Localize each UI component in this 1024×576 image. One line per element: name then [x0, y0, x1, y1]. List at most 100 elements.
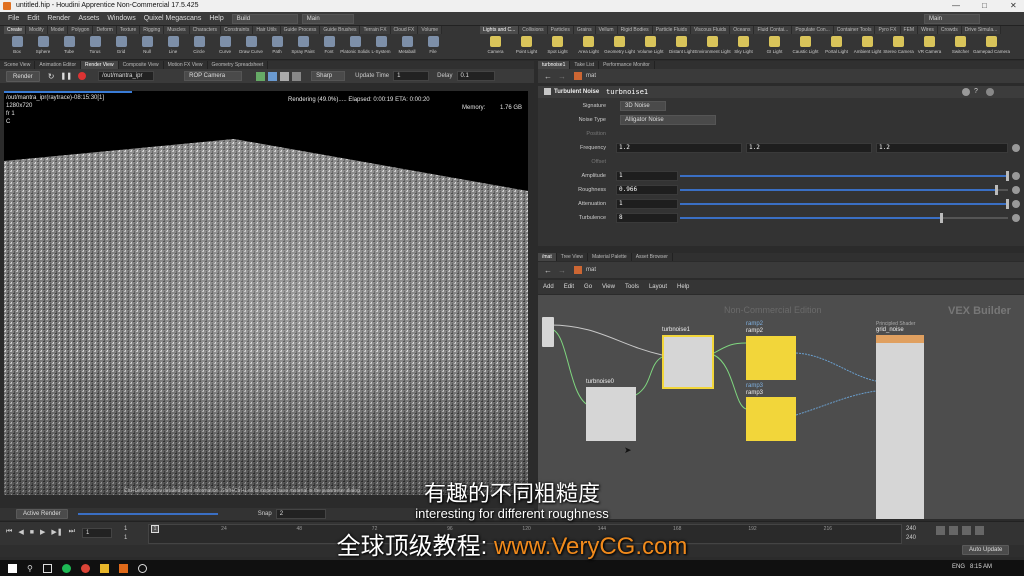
tool-caustic-light[interactable]: Caustic Light — [790, 36, 821, 54]
desktop-right-select[interactable]: Main — [924, 14, 980, 24]
tool-sky-light[interactable]: Sky Light — [728, 36, 759, 54]
tool-tube[interactable]: Tube — [56, 36, 82, 54]
display-channel-icon[interactable] — [256, 71, 266, 81]
shelf-tab-rigid-bodies[interactable]: Rigid Bodies — [617, 26, 653, 34]
tool-distant-light[interactable]: Distant Light — [666, 36, 697, 54]
region-icon[interactable] — [292, 71, 302, 81]
chrome-icon[interactable] — [80, 563, 90, 573]
param-tab-take-list[interactable]: Take List — [570, 61, 600, 69]
shelf-tab-characters[interactable]: Characters — [189, 26, 222, 34]
turbulence-slider-knob[interactable] — [940, 213, 944, 223]
left-tab-motion-fx-view[interactable]: Motion FX View — [164, 61, 208, 69]
menu-render[interactable]: Render — [43, 12, 74, 26]
frequency-z-field[interactable]: 1.2 — [876, 143, 1008, 153]
tool-curve[interactable]: Curve — [212, 36, 238, 54]
maximize-icon[interactable]: □ — [982, 0, 987, 12]
shelf-tab-guide-brushes[interactable]: Guide Brushes — [320, 26, 361, 34]
turbnoise0-node[interactable] — [586, 387, 636, 441]
roughness-slider[interactable] — [680, 185, 1008, 195]
update-time-field[interactable]: 1 — [393, 71, 430, 81]
network-menu-help[interactable]: Help — [672, 280, 694, 294]
desktop-build-select[interactable]: Build — [231, 13, 298, 24]
ramp3-node[interactable] — [746, 397, 796, 441]
network-menu-add[interactable]: Add — [538, 280, 559, 294]
tool-l-system[interactable]: L-System — [368, 36, 394, 54]
shelf-tab-model[interactable]: Model — [47, 26, 69, 34]
menu-windows[interactable]: Windows — [103, 12, 139, 26]
forward-icon[interactable]: → — [558, 72, 566, 81]
tool-circle[interactable]: Circle — [186, 36, 212, 54]
shelf-tab-polygon[interactable]: Polygon — [68, 26, 94, 34]
shelf-tab-crowds[interactable]: Crowds — [937, 26, 962, 34]
tool-metaball[interactable]: Metaball — [394, 36, 420, 54]
turbnoise1-node[interactable] — [662, 335, 714, 389]
close-icon[interactable]: ✕ — [1010, 0, 1017, 12]
help-icon[interactable]: ? — [974, 88, 978, 95]
tool-line[interactable]: Line — [160, 36, 186, 54]
shelf-tab-container-tools[interactable]: Container Tools — [833, 26, 876, 34]
ramp2-node[interactable] — [746, 336, 796, 380]
tool-sphere[interactable]: Sphere — [30, 36, 56, 54]
search-icon[interactable]: ⚲ — [27, 564, 33, 573]
network-menu-go[interactable]: Go — [579, 280, 597, 294]
amplitude-slider-knob[interactable] — [1006, 171, 1009, 181]
clock[interactable]: 8:15 AM — [970, 564, 992, 570]
tool-gi-light[interactable]: GI Light — [759, 36, 790, 54]
attenuation-slider-knob[interactable] — [1006, 199, 1009, 209]
network-path[interactable]: mat — [586, 267, 596, 273]
network-menu-view[interactable]: View — [597, 280, 620, 294]
menu-edit[interactable]: Edit — [23, 12, 43, 26]
tool-file[interactable]: File — [420, 36, 446, 54]
shelf-tab-deform[interactable]: Deform — [93, 26, 117, 34]
network-forward-icon[interactable]: → — [558, 266, 566, 275]
grid-toggle-icon[interactable] — [280, 71, 290, 81]
shelf-tab-populate-con[interactable]: Populate Con... — [792, 26, 834, 34]
shelf-tab-particle-fluids[interactable]: Particle Fluids — [652, 26, 692, 34]
stop-icon[interactable] — [78, 72, 87, 80]
obs-icon[interactable] — [137, 563, 147, 573]
tool-spot-light[interactable]: Spot Light — [542, 36, 573, 54]
shelf-tab-lights-and-c[interactable]: Lights and C... — [480, 26, 520, 34]
tool-area-light[interactable]: Area Light — [573, 36, 604, 54]
shelf-tab-guide-process[interactable]: Guide Process — [280, 26, 321, 34]
tool-path[interactable]: Path — [264, 36, 290, 54]
tool-volume-light[interactable]: Volume Light — [635, 36, 666, 54]
shelf-tab-collisions[interactable]: Collisions — [519, 26, 548, 34]
tool-font[interactable]: Font — [316, 36, 342, 54]
file-explorer-icon[interactable] — [99, 563, 109, 573]
network-menu-layout[interactable]: Layout — [644, 280, 672, 294]
tool-point-light[interactable]: Point Light — [511, 36, 542, 54]
network-menu-edit[interactable]: Edit — [559, 280, 579, 294]
menu-file[interactable]: File — [4, 12, 23, 26]
node-name-field[interactable]: turbnoise1 — [606, 88, 648, 96]
shelf-tab-fluid-contai[interactable]: Fluid Contai... — [754, 26, 793, 34]
delay-field[interactable]: 0.1 — [456, 71, 495, 81]
network-tab-material-palette[interactable]: Material Palette — [588, 253, 632, 261]
turbulence-gear-icon[interactable] — [1012, 214, 1020, 222]
attenuation-slider[interactable] — [680, 199, 1009, 209]
shelf-tab-particles[interactable]: Particles — [547, 26, 574, 34]
shelf-tab-viscous-fluids[interactable]: Viscous Fluids — [691, 26, 731, 34]
back-icon[interactable]: ← — [544, 72, 552, 81]
shelf-tab-texture[interactable]: Texture — [116, 26, 141, 34]
shelf-tab-terrain-fx[interactable]: Terrain FX — [360, 26, 391, 34]
shelf-tab-hair-utils[interactable]: Hair Utils — [253, 26, 281, 34]
roughness-slider-knob[interactable] — [994, 185, 998, 195]
network-tab-tree-view[interactable]: Tree View — [557, 253, 588, 261]
tool-switcher[interactable]: Switcher — [945, 36, 976, 54]
tool-gamepad-camera[interactable]: Gamepad Camera — [973, 36, 1010, 54]
shelf-tab-wires[interactable]: Wires — [918, 26, 938, 34]
frequency-y-field[interactable]: 1.2 — [746, 143, 872, 153]
tool-torus[interactable]: Torus — [82, 36, 108, 54]
roughness-field[interactable]: 0.966 — [616, 185, 678, 195]
tool-null[interactable]: Null — [134, 36, 160, 54]
amplitude-slider[interactable] — [680, 171, 1009, 181]
turbulence-field[interactable]: 8 — [616, 213, 678, 223]
left-tab-animation-editor[interactable]: Animation Editor — [35, 61, 82, 69]
shelf-tab-fem[interactable]: FEM — [900, 26, 919, 34]
task-view-icon[interactable] — [42, 563, 52, 573]
attenuation-field[interactable]: 1 — [616, 199, 678, 209]
shelf-tab-modify[interactable]: Modify — [26, 26, 48, 34]
shelf-tab-create[interactable]: Create — [4, 26, 27, 34]
houdini-task-icon[interactable] — [118, 563, 128, 573]
